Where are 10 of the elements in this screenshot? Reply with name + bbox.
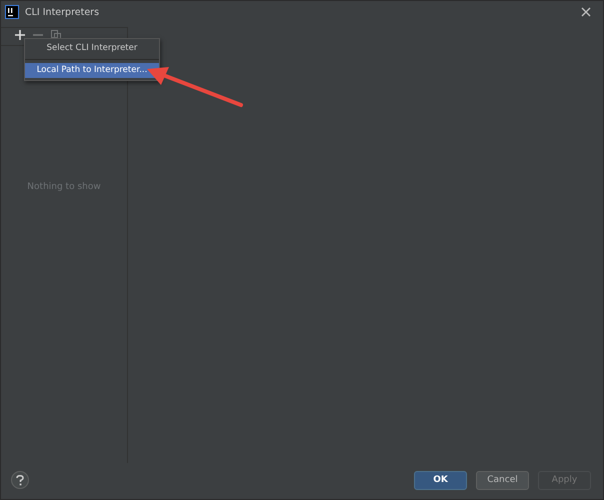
app-icon: [5, 5, 19, 19]
menu-item[interactable]: Select CLI Interpreter: [25, 41, 159, 56]
help-button[interactable]: [11, 471, 29, 489]
close-icon[interactable]: [581, 7, 591, 17]
help-icon: [16, 474, 24, 486]
menu-item[interactable]: Local Path to Interpreter...: [25, 63, 159, 78]
window-title: CLI Interpreters: [25, 6, 100, 18]
dialog-button[interactable]: OK: [414, 470, 467, 490]
add-icon[interactable]: [15, 30, 25, 40]
dialog-button[interactable]: Cancel: [476, 470, 529, 490]
